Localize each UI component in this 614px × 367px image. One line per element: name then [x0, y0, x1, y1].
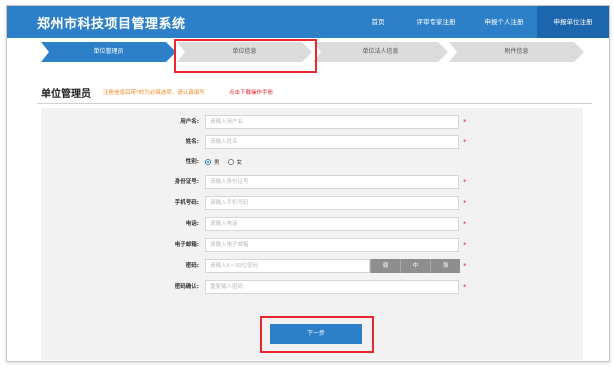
step-label: 单位法人信息: [362, 48, 399, 55]
username-input[interactable]: 请输入用户名: [205, 115, 459, 129]
app-title: 郑州市科技项目管理系统: [37, 17, 186, 32]
strength-medium: 中: [400, 259, 430, 273]
email-input[interactable]: 请输入电子邮箱: [205, 238, 459, 252]
step-label: 单位管理员: [93, 48, 124, 55]
required-notice: 注册信息后带*的为必填选项，请认真填写: [103, 90, 205, 96]
password-confirm-label: 密码确认:: [174, 284, 199, 290]
nav-expert-register[interactable]: 评审专家注册: [401, 6, 471, 38]
password-input[interactable]: 请输入6~30位密码: [205, 259, 370, 273]
highlight-unit-info-step: [174, 39, 317, 73]
gender-option-label: 男: [214, 160, 220, 166]
step-label: 附件信息: [504, 48, 529, 55]
top-bar: 郑州市科技项目管理系统 首页 评审专家注册 申报个人注册 申报单位注册: [7, 6, 609, 38]
required-mark: *: [463, 118, 467, 126]
required-mark: *: [463, 220, 467, 228]
step-legal-person-info: 单位法人信息: [313, 42, 448, 62]
gender-label: 性别:: [185, 159, 199, 165]
gender-option-label: 女: [236, 160, 243, 166]
required-mark: *: [463, 199, 467, 207]
required-mark: *: [463, 138, 467, 146]
highlight-next-button: [260, 316, 374, 353]
password-confirm-input[interactable]: 重复输入密码: [205, 280, 459, 294]
gender-option-female[interactable]: 女: [227, 158, 243, 166]
gender-radio-group: 男 女: [205, 155, 250, 169]
telephone-label: 电话:: [185, 221, 199, 227]
email-label: 电子邮箱:: [174, 242, 199, 248]
phone-input[interactable]: 请输入手机号码: [205, 196, 459, 210]
radio-checked-icon[interactable]: [205, 159, 211, 165]
password-strength-meter: 弱 中 强: [370, 259, 460, 273]
telephone-input[interactable]: 请输入电话: [205, 217, 459, 231]
step-unit-admin: 单位管理员: [41, 42, 176, 62]
id-number-input[interactable]: 请输入身份证号: [205, 175, 459, 189]
password-label: 密码:: [185, 263, 199, 269]
required-mark: *: [463, 178, 467, 186]
nav-personal-register[interactable]: 申报个人注册: [471, 6, 537, 38]
name-label: 姓名:: [185, 139, 199, 145]
section-title: 单位管理员: [41, 89, 91, 100]
browser-frame: 郑州市科技项目管理系统 首页 评审专家注册 申报个人注册 申报单位注册 单位管理…: [6, 5, 610, 362]
main-nav: 首页 评审专家注册 申报个人注册 申报单位注册: [355, 6, 609, 38]
required-mark: *: [463, 241, 467, 249]
radio-unchecked-icon[interactable]: [227, 159, 234, 165]
strength-strong: 强: [430, 259, 460, 273]
username-label: 用户名:: [180, 119, 199, 125]
strength-weak: 弱: [370, 259, 400, 273]
manual-download-link[interactable]: 点击下载操作手册: [229, 88, 273, 96]
phone-label: 手机号码:: [174, 200, 199, 206]
id-number-label: 身份证号:: [174, 179, 199, 185]
step-attachments: 附件信息: [449, 42, 584, 62]
required-mark: *: [463, 283, 467, 291]
gender-option-male[interactable]: 男: [205, 158, 220, 166]
section-divider: [37, 103, 592, 104]
name-input[interactable]: 请输入姓名: [205, 135, 459, 149]
required-mark: *: [463, 262, 467, 270]
nav-home[interactable]: 首页: [355, 6, 401, 38]
nav-unit-register[interactable]: 申报单位注册: [537, 6, 609, 38]
